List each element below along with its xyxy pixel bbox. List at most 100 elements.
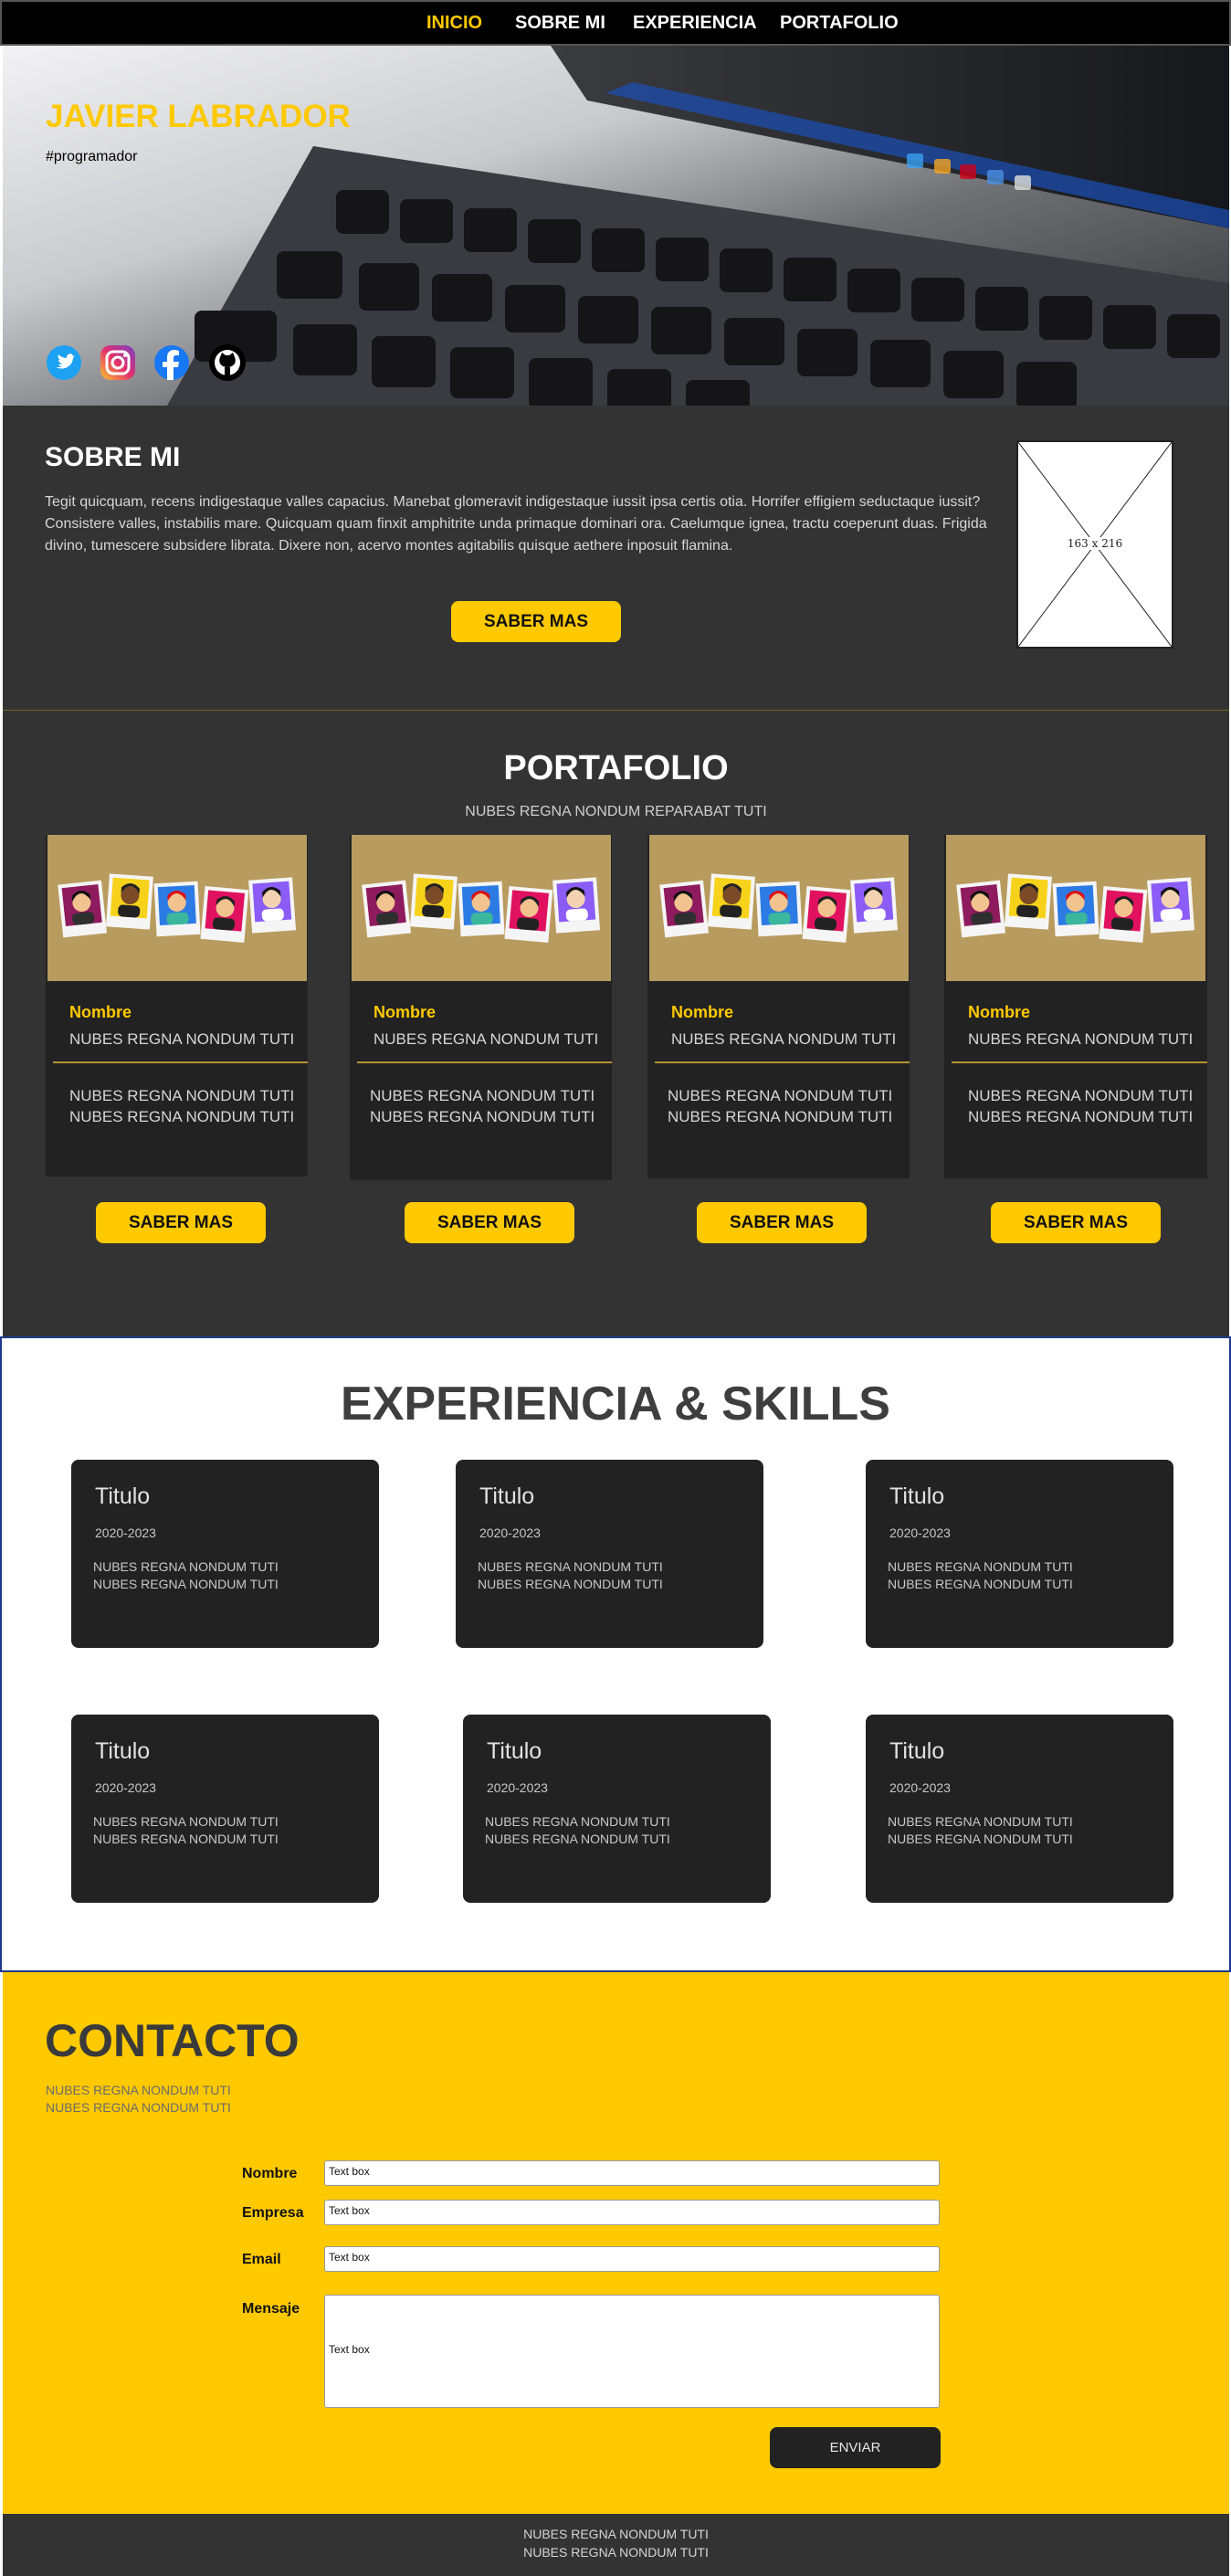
- experience-card-years: 2020-2023: [889, 1526, 951, 1540]
- portfolio-card-description: NUBES REGNA NONDUM TUTI NUBES REGNA NONDU…: [69, 1087, 295, 1125]
- portfolio-card-line: NUBES REGNA NONDUM TUTI: [968, 1030, 1194, 1048]
- github-icon[interactable]: [207, 343, 247, 383]
- portfolio-card: Nombre NUBES REGNA NONDUM TUTI NUBES REG…: [944, 835, 1207, 1243]
- experience-card: Titulo 2020-2023 NUBES REGNA NONDUM TUTI…: [866, 1715, 1173, 1903]
- contacto-section: CONTACTO NUBES REGNA NONDUM TUTI NUBES RE…: [3, 1972, 1229, 2514]
- experiencia-title: EXPERIENCIA & SKILLS: [341, 1378, 890, 1431]
- experience-card-description: NUBES REGNA NONDUM TUTI NUBES REGNA NONDU…: [93, 1814, 279, 1846]
- experience-card-title: Titulo: [487, 1738, 542, 1764]
- hero-title: JAVIER LABRADOR: [46, 99, 351, 134]
- experience-card-description: NUBES REGNA NONDUM TUTI NUBES REGNA NONDU…: [478, 1559, 663, 1591]
- portfolio-saber-mas-button[interactable]: SABER MAS: [697, 1202, 867, 1243]
- portfolio-card-line: NUBES REGNA NONDUM TUTI: [69, 1030, 295, 1048]
- sobre-mi-text: Tegit quicquam, recens indigestaque vall…: [45, 494, 987, 554]
- avatar-photo: [248, 877, 297, 934]
- portfolio-card-name: Nombre: [69, 1003, 132, 1021]
- instagram-icon[interactable]: [98, 343, 138, 383]
- sobre-mi-title: SOBRE MI: [45, 442, 181, 472]
- experiencia-section: EXPERIENCIA & SKILLS Titulo 2020-2023 NU…: [0, 1336, 1231, 1972]
- experience-card: Titulo 2020-2023 NUBES REGNA NONDUM TUTI…: [71, 1460, 379, 1648]
- portfolio-card-divider: [655, 1061, 910, 1063]
- experience-card-title: Titulo: [95, 1483, 151, 1509]
- experience-card-description: NUBES REGNA NONDUM TUTI NUBES REGNA NONDU…: [888, 1814, 1073, 1846]
- avatar-photo: [1147, 877, 1195, 934]
- experience-card-description: NUBES REGNA NONDUM TUTI NUBES REGNA NONDU…: [93, 1559, 279, 1591]
- portfolio-card-divider: [357, 1061, 612, 1063]
- experience-card-title: Titulo: [889, 1738, 945, 1764]
- avatar-photo: [755, 881, 803, 937]
- enviar-button[interactable]: ENVIAR: [770, 2427, 941, 2468]
- mensaje-label: Mensaje: [242, 2301, 300, 2317]
- email-field[interactable]: Text box: [324, 2246, 940, 2272]
- portfolio-card: Nombre NUBES REGNA NONDUM TUTI NUBES REG…: [46, 835, 308, 1243]
- avatar-photo: [659, 880, 710, 938]
- nombre-label: Nombre: [242, 2166, 298, 2181]
- portfolio-card-description: NUBES REGNA NONDUM TUTI NUBES REGNA NONDU…: [968, 1087, 1194, 1125]
- image-size-label: 163 x 216: [1018, 537, 1172, 550]
- avatar-photo: [1004, 873, 1052, 930]
- experience-card: Titulo 2020-2023 NUBES REGNA NONDUM TUTI…: [456, 1460, 763, 1648]
- portafolio-title: PORTAFOLIO: [503, 749, 729, 787]
- footer-line: NUBES REGNA NONDUM TUTI: [523, 2527, 709, 2541]
- contacto-title: CONTACTO: [45, 2015, 300, 2066]
- avatar-photo: [802, 886, 851, 943]
- footer: NUBES REGNA NONDUM TUTI NUBES REGNA NOND…: [3, 2514, 1229, 2576]
- nav-item-inicio[interactable]: INICIO: [426, 13, 482, 34]
- portfolio-card-image: [649, 835, 909, 981]
- experience-card-title: Titulo: [889, 1483, 945, 1509]
- facebook-icon[interactable]: [152, 343, 192, 383]
- nav-item-portafolio[interactable]: PORTAFOLIO: [780, 13, 899, 34]
- avatar-photo: [58, 880, 108, 938]
- twitter-icon[interactable]: [44, 343, 84, 383]
- sobre-mi-saber-mas-button[interactable]: SABER MAS: [451, 601, 621, 642]
- portfolio-card-line: NUBES REGNA NONDUM TUTI: [671, 1030, 897, 1048]
- experience-card-title: Titulo: [479, 1483, 535, 1509]
- nav-item-sobre-mi[interactable]: SOBRE MI: [515, 13, 605, 34]
- avatar-photo: [362, 880, 412, 938]
- portfolio-card-image: [352, 835, 611, 981]
- experience-card-years: 2020-2023: [479, 1526, 541, 1540]
- experience-card-years: 2020-2023: [95, 1780, 156, 1795]
- portfolio-card-image: [47, 835, 307, 981]
- avatar-photo: [956, 880, 1006, 938]
- hero-section: JAVIER LABRADOR #programador: [3, 46, 1229, 406]
- avatar-photo: [707, 873, 755, 930]
- footer-line: NUBES REGNA NONDUM TUTI: [523, 2545, 709, 2560]
- top-nav: INICIO SOBRE MI EXPERIENCIA PORTAFOLIO: [0, 0, 1231, 46]
- portfolio-card-name: Nombre: [968, 1003, 1031, 1021]
- experience-card: Titulo 2020-2023 NUBES REGNA NONDUM TUTI…: [463, 1715, 771, 1903]
- experience-card-years: 2020-2023: [487, 1780, 548, 1795]
- portfolio-card-name: Nombre: [671, 1003, 734, 1021]
- nav-item-experiencia[interactable]: EXPERIENCIA: [633, 13, 757, 34]
- nombre-field[interactable]: Text box: [324, 2160, 940, 2186]
- sobre-mi-section: SOBRE MI Tegit quicquam, recens indigest…: [3, 406, 1229, 711]
- avatar-photo: [504, 886, 553, 943]
- experience-card-years: 2020-2023: [889, 1780, 951, 1795]
- avatar-photo: [1099, 886, 1148, 943]
- portfolio-card-divider: [53, 1061, 308, 1063]
- experience-card-title: Titulo: [95, 1738, 151, 1764]
- experience-card: Titulo 2020-2023 NUBES REGNA NONDUM TUTI…: [71, 1715, 379, 1903]
- empresa-field[interactable]: Text box: [324, 2200, 940, 2225]
- avatar-photo: [552, 877, 601, 934]
- portfolio-card-description: NUBES REGNA NONDUM TUTI NUBES REGNA NONDU…: [370, 1087, 595, 1125]
- portfolio-card-description: NUBES REGNA NONDUM TUTI NUBES REGNA NONDU…: [668, 1087, 893, 1125]
- portfolio-card: Nombre NUBES REGNA NONDUM TUTI NUBES REG…: [647, 835, 910, 1243]
- experience-card: Titulo 2020-2023 NUBES REGNA NONDUM TUTI…: [866, 1460, 1173, 1648]
- portfolio-saber-mas-button[interactable]: SABER MAS: [991, 1202, 1161, 1243]
- portfolio-saber-mas-button[interactable]: SABER MAS: [96, 1202, 266, 1243]
- portfolio-card-line: NUBES REGNA NONDUM TUTI: [374, 1030, 599, 1048]
- avatar-photo: [458, 881, 505, 937]
- avatar-photo: [850, 877, 899, 934]
- experience-card-description: NUBES REGNA NONDUM TUTI NUBES REGNA NONDU…: [485, 1814, 670, 1846]
- portfolio-saber-mas-button[interactable]: SABER MAS: [405, 1202, 574, 1243]
- avatar-photo: [200, 886, 249, 943]
- avatar-photo: [409, 873, 458, 930]
- avatar-photo: [105, 873, 153, 930]
- mensaje-textarea[interactable]: Text box: [324, 2295, 940, 2408]
- email-label: Email: [242, 2252, 281, 2267]
- experience-card-description: NUBES REGNA NONDUM TUTI NUBES REGNA NONDU…: [888, 1559, 1073, 1591]
- experience-card-years: 2020-2023: [95, 1526, 156, 1540]
- portfolio-card-image: [946, 835, 1205, 981]
- empresa-label: Empresa: [242, 2205, 304, 2221]
